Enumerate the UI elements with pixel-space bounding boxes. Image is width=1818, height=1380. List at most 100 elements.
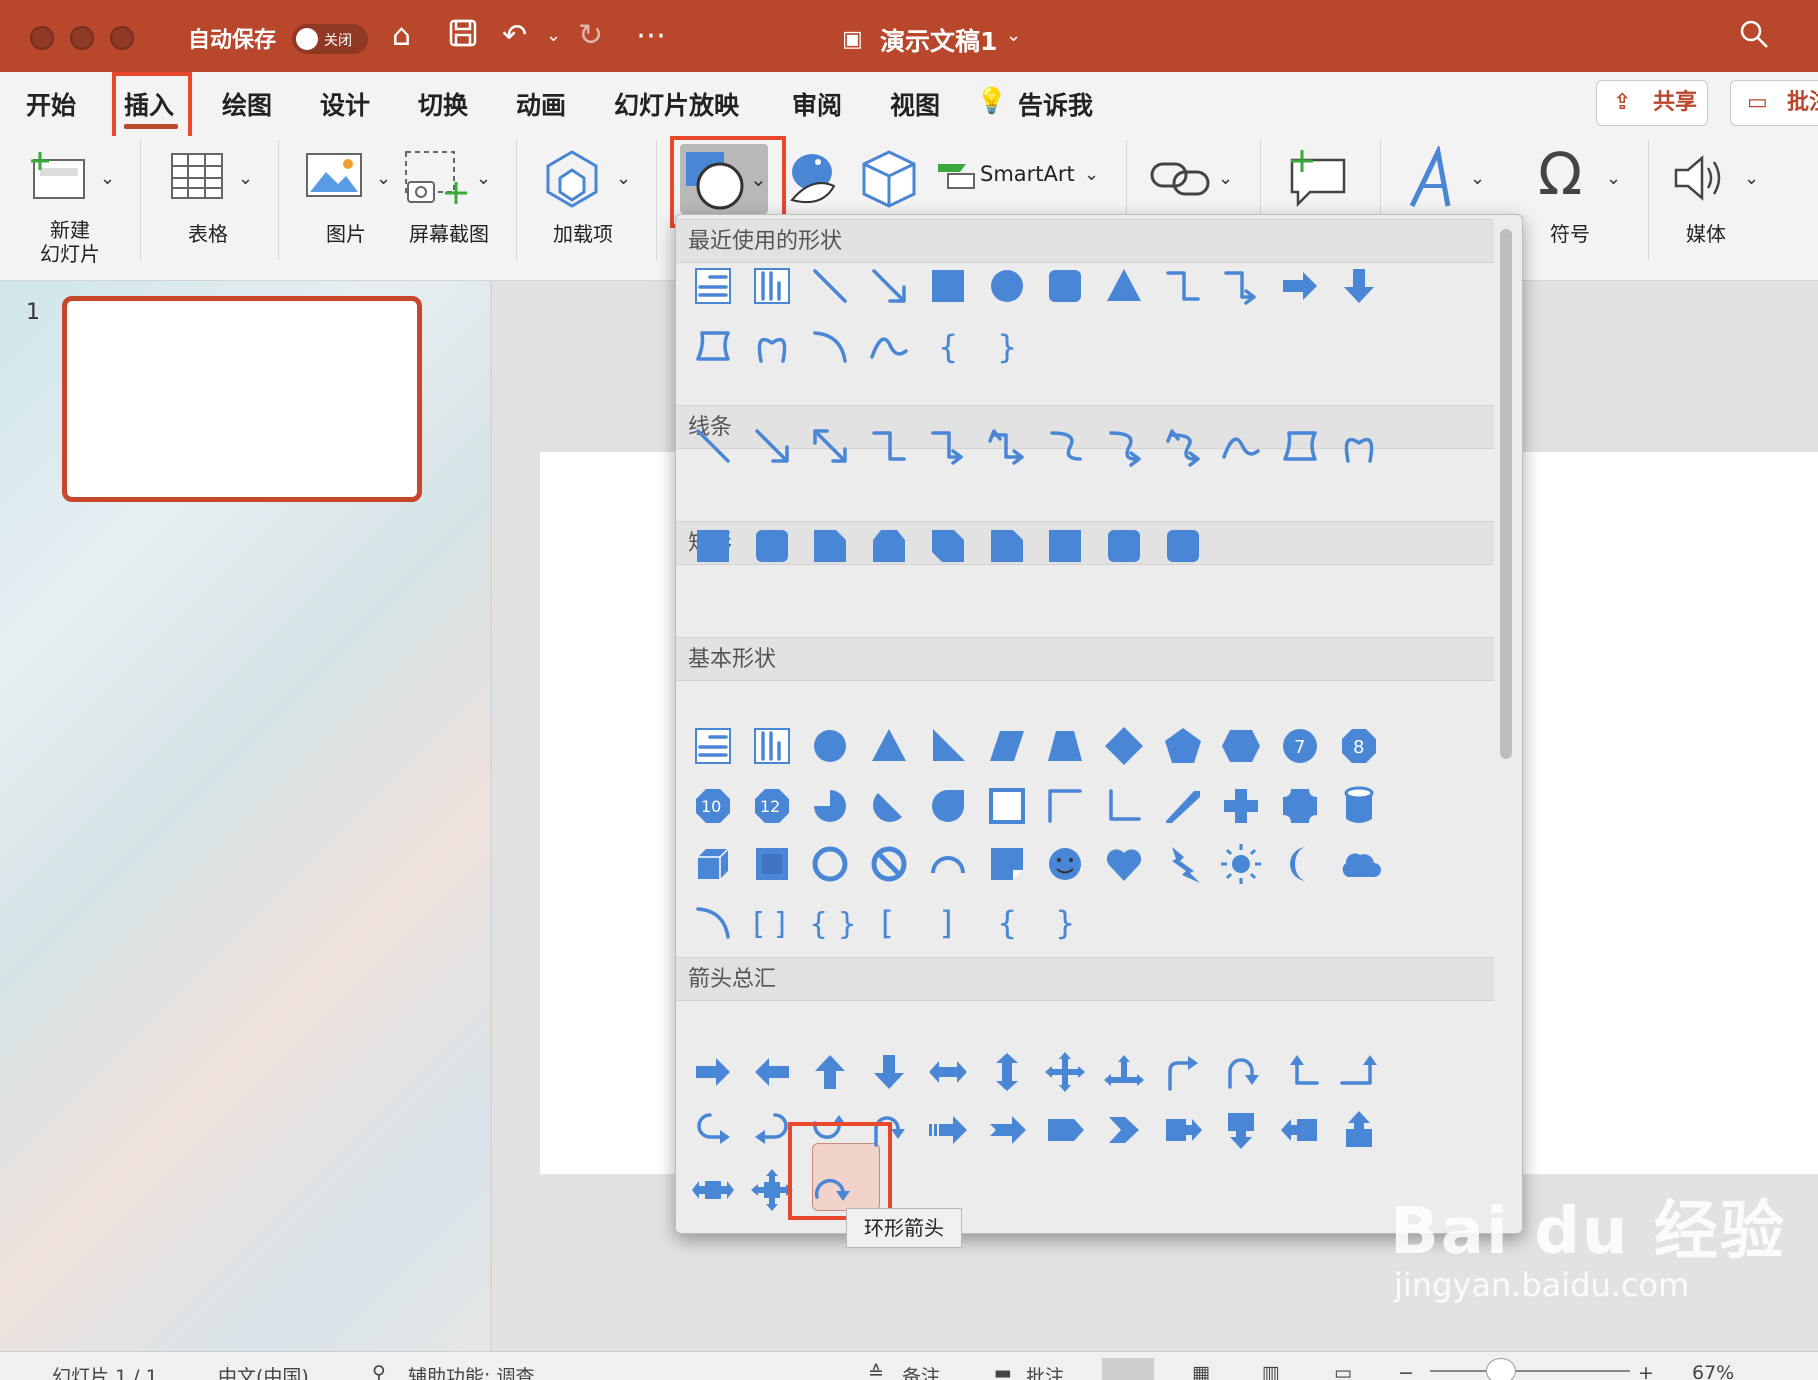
reading-view-icon[interactable]: ▥ — [1262, 1362, 1280, 1380]
bracks-shape-icon[interactable]: [ ] — [747, 897, 797, 947]
notes-button[interactable]: 备注 — [902, 1362, 940, 1380]
hexa-shape-icon[interactable] — [1216, 721, 1266, 771]
arc-shape-icon[interactable] — [805, 321, 855, 371]
uarrow-shape-icon[interactable] — [805, 1047, 855, 1097]
striped-shape-icon[interactable] — [923, 1105, 973, 1155]
tri-shape-icon[interactable] — [864, 721, 914, 771]
fold-shape-icon[interactable] — [982, 839, 1032, 889]
darr-shape-icon[interactable] — [1334, 261, 1384, 311]
more-icon[interactable]: ⋯ — [636, 18, 666, 54]
lrcallout-shape-icon[interactable] — [688, 1165, 738, 1215]
rect-shape-icon[interactable] — [688, 521, 738, 571]
halfframe-shape-icon[interactable] — [1040, 781, 1090, 831]
tab-draw[interactable]: 绘图 — [222, 86, 272, 122]
heart-shape-icon[interactable] — [1099, 839, 1149, 889]
screenshot-icon[interactable] — [402, 148, 468, 212]
lrarrow-shape-icon[interactable] — [923, 1047, 973, 1097]
notched-shape-icon[interactable] — [982, 1105, 1032, 1155]
tear-shape-icon[interactable] — [923, 781, 973, 831]
wordart-icon[interactable] — [1404, 144, 1464, 216]
cube-shape-icon[interactable] — [688, 839, 738, 889]
accessibility-status[interactable]: 辅助功能: 调查 — [408, 1362, 534, 1380]
penta-shape-icon[interactable] — [1158, 721, 1208, 771]
table-chevron-icon[interactable]: ⌄ — [238, 168, 253, 189]
curvearrow-shape-icon[interactable] — [1099, 421, 1149, 471]
smartart-label[interactable]: SmartArt — [980, 162, 1075, 186]
language-indicator[interactable]: 中文(中国) — [218, 1362, 309, 1380]
icons-bird-icon[interactable] — [782, 146, 842, 216]
lshape-shape-icon[interactable] — [1099, 781, 1149, 831]
slideshow-view-icon[interactable]: ▭ — [1334, 1362, 1352, 1380]
quad-shape-icon[interactable] — [1040, 1047, 1090, 1097]
text-shape-icon[interactable] — [688, 261, 738, 311]
tab-view[interactable]: 视图 — [890, 86, 940, 122]
zoom-window-button[interactable] — [110, 26, 134, 50]
rbrack-shape-icon[interactable]: ] — [923, 897, 973, 947]
ccurve-shape-icon[interactable] — [688, 1105, 738, 1155]
snip2-shape-icon[interactable] — [864, 521, 914, 571]
diag-shape-icon[interactable] — [1158, 781, 1208, 831]
plaque-shape-icon[interactable] — [1275, 781, 1325, 831]
rect-shape-icon[interactable] — [1040, 521, 1090, 571]
close-window-button[interactable] — [30, 26, 54, 50]
wave-shape-icon[interactable] — [1216, 421, 1266, 471]
lbrace-shape-icon[interactable]: { — [982, 897, 1032, 947]
oct12-shape-icon[interactable]: 12 — [747, 781, 797, 831]
lcallout-shape-icon[interactable] — [1275, 1105, 1325, 1155]
larrow-shape-icon[interactable] — [747, 1047, 797, 1097]
sun-shape-icon[interactable] — [1216, 839, 1266, 889]
comments-status-button[interactable]: 批注 — [1026, 1362, 1064, 1380]
rbrace-shape-icon[interactable]: } — [982, 321, 1032, 371]
rarrow-shape-icon[interactable] — [688, 1047, 738, 1097]
tab-slideshow[interactable]: 幻灯片放映 — [614, 86, 739, 122]
tab-home[interactable]: 开始 — [26, 86, 76, 122]
rbrace-shape-icon[interactable]: } — [1040, 897, 1090, 947]
freeform-shape-icon[interactable] — [688, 321, 738, 371]
lbrace-shape-icon[interactable]: { — [923, 321, 973, 371]
ucallout-shape-icon[interactable] — [1334, 1105, 1384, 1155]
autosave-toggle[interactable]: 关闭 — [292, 24, 368, 54]
bentup-shape-icon[interactable] — [1334, 1047, 1384, 1097]
zoom-in-icon[interactable]: + — [1638, 1362, 1654, 1380]
smile-shape-icon[interactable] — [1040, 839, 1090, 889]
braces-shape-icon[interactable]: { } — [805, 897, 855, 947]
frame-shape-icon[interactable] — [982, 781, 1032, 831]
curve-shape-icon[interactable] — [1040, 421, 1090, 471]
tri3-shape-icon[interactable] — [1099, 1047, 1149, 1097]
zoom-out-icon[interactable]: − — [1398, 1362, 1414, 1380]
table-icon[interactable] — [168, 148, 226, 208]
normal-view-icon[interactable] — [1102, 1358, 1154, 1380]
text-shape-icon[interactable] — [688, 721, 738, 771]
line-shape-icon[interactable] — [688, 421, 738, 471]
3d-model-icon[interactable] — [858, 146, 920, 216]
bent-shape-icon[interactable] — [1158, 1047, 1208, 1097]
bevel-shape-icon[interactable] — [747, 839, 797, 889]
arrowline-shape-icon[interactable] — [864, 261, 914, 311]
smartart-chevron-icon[interactable]: ⌄ — [1084, 164, 1099, 185]
scribble-shape-icon[interactable] — [747, 321, 797, 371]
moon-shape-icon[interactable] — [1275, 839, 1325, 889]
undo-icon[interactable]: ↶ — [502, 18, 527, 54]
elbow-shape-icon[interactable] — [1158, 261, 1208, 311]
udarrow-shape-icon[interactable] — [982, 1047, 1032, 1097]
rtri-shape-icon[interactable] — [923, 721, 973, 771]
snip1-shape-icon[interactable] — [805, 521, 855, 571]
new-slide-icon[interactable] — [28, 148, 90, 208]
tab-design[interactable]: 设计 — [320, 86, 370, 122]
elbow-shape-icon[interactable] — [864, 421, 914, 471]
dcallout-shape-icon[interactable] — [1216, 1105, 1266, 1155]
bolt-shape-icon[interactable] — [1158, 839, 1208, 889]
blockarc-shape-icon[interactable] — [923, 839, 973, 889]
comments-button[interactable]: ▭ 批注 — [1730, 80, 1818, 126]
smartart-icon[interactable] — [936, 158, 976, 194]
tab-transitions[interactable]: 切换 — [418, 86, 468, 122]
noSym-shape-icon[interactable] — [864, 839, 914, 889]
picture-chevron-icon[interactable]: ⌄ — [376, 168, 391, 189]
gallery-scrollbar[interactable] — [1500, 229, 1512, 759]
addins-icon[interactable] — [540, 148, 604, 212]
snip1-shape-icon[interactable] — [982, 521, 1032, 571]
tab-animations[interactable]: 动画 — [516, 86, 566, 122]
tab-tell-me[interactable]: 告诉我 — [1018, 86, 1093, 122]
circle-shape-icon[interactable] — [982, 261, 1032, 311]
title-chevron-down-icon[interactable]: ⌄ — [1006, 18, 1021, 54]
